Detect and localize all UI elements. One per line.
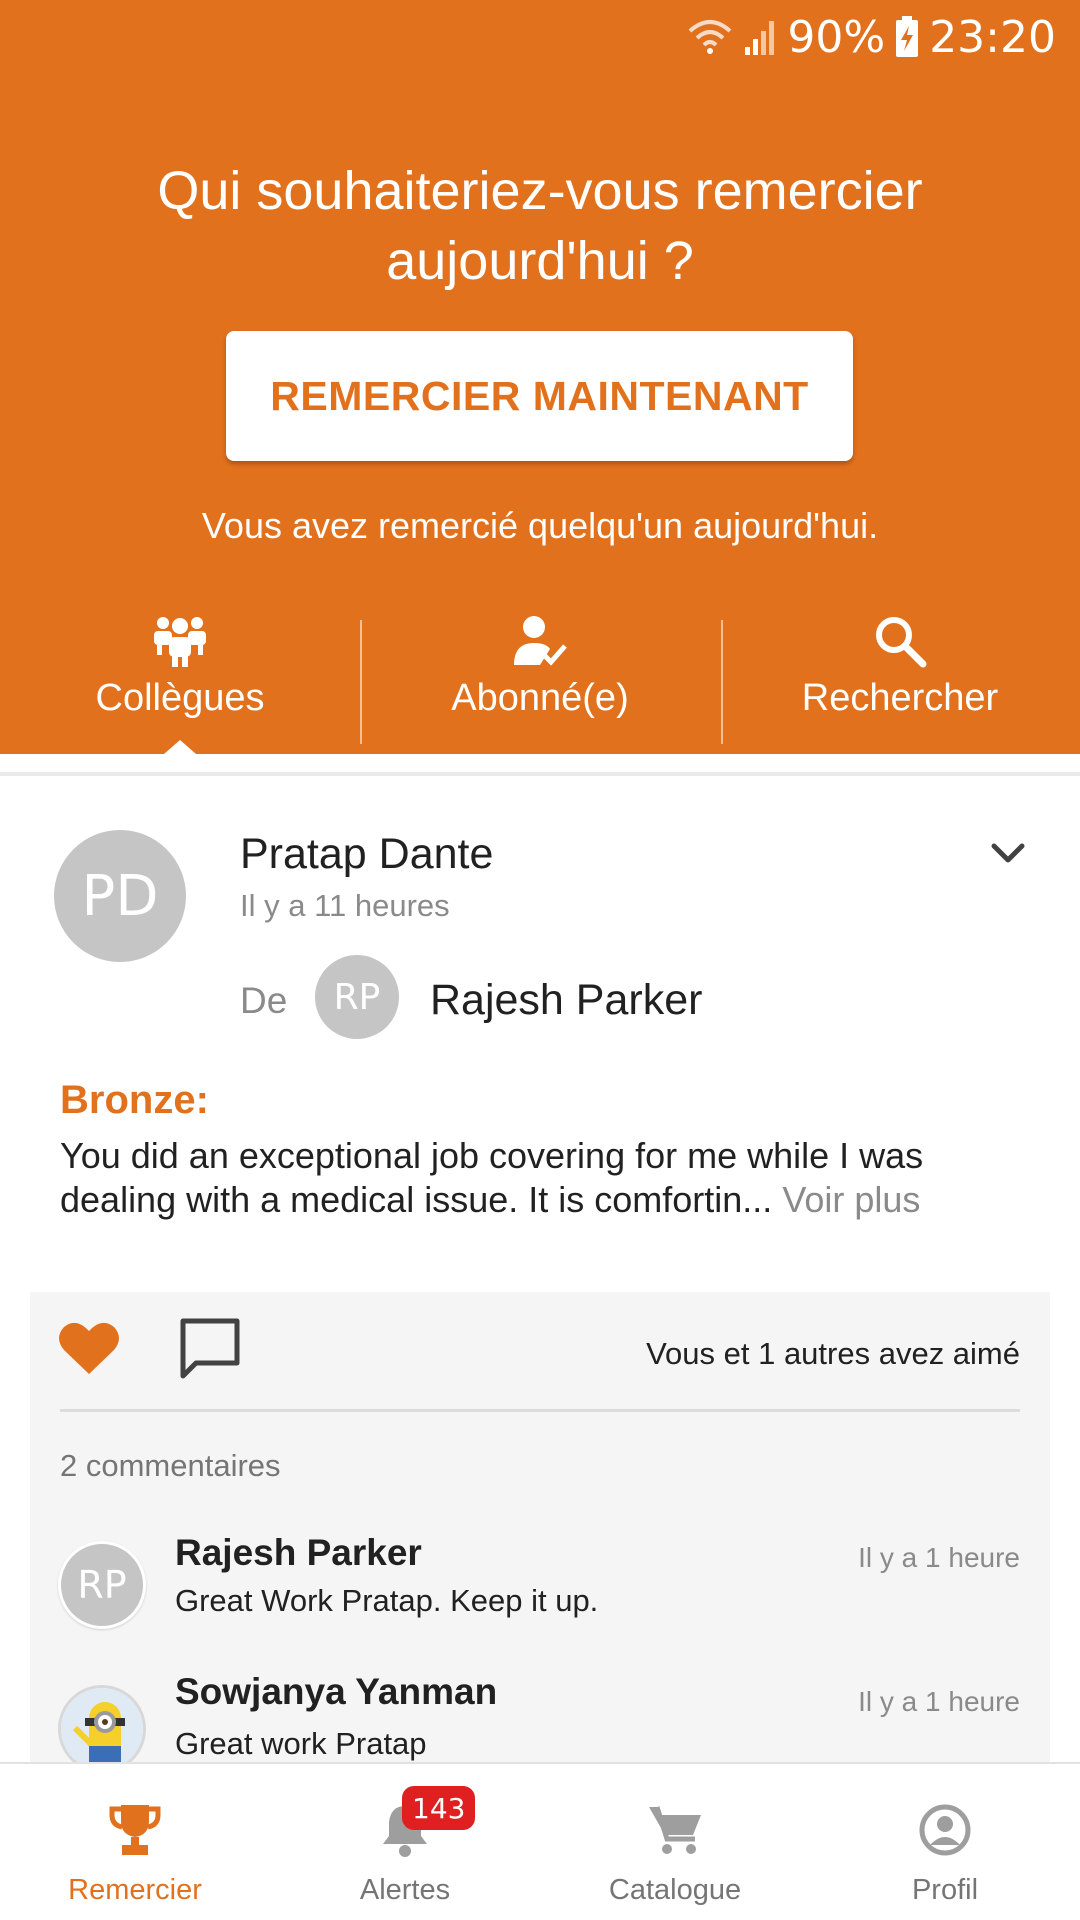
nav-label: Remercier: [68, 1874, 202, 1906]
battery-charging-icon: [895, 16, 919, 58]
thank-now-button[interactable]: REMERCIER MAINTENANT: [226, 331, 853, 461]
comment-avatar-photo[interactable]: [58, 1685, 146, 1773]
clock: 23:20: [929, 11, 1056, 63]
nav-label: Catalogue: [608, 1874, 742, 1906]
card-divider: [60, 1409, 1020, 1412]
battery-level: 90%: [787, 11, 886, 63]
comment-time: Il y a 1 heure: [858, 1542, 1020, 1573]
cart-icon: [647, 1800, 703, 1860]
page-title: Qui souhaiteriez-vous remercier aujourd'…: [157, 161, 923, 291]
profile-icon: [918, 1800, 972, 1860]
likes-summary[interactable]: Vous et 1 autres avez aimé: [646, 1336, 1020, 1372]
search-icon: [873, 611, 927, 671]
sender-avatar[interactable]: RP: [315, 955, 399, 1039]
tab-colleagues[interactable]: Collègues: [0, 605, 360, 754]
signal-icon: [743, 17, 777, 57]
recognition-message: You did an exceptional job covering for …: [60, 1134, 1020, 1222]
award-level: Bronze:: [60, 1078, 209, 1122]
header-shadow-divider: [0, 772, 1080, 776]
comment-text: Great work Pratap: [175, 1726, 427, 1761]
nav-label: Alertes: [359, 1874, 451, 1906]
thanked-status-text: Vous avez remercié quelqu'un aujourd'hui…: [201, 505, 879, 546]
nav-thank[interactable]: Remercier: [0, 1764, 270, 1920]
from-label: De: [240, 980, 288, 1021]
tab-following[interactable]: Abonné(e): [360, 605, 720, 754]
status-bar: 90% 23:20: [687, 11, 1056, 63]
bottom-navigation: Remercier Alertes Catalogue Profil 143: [0, 1762, 1080, 1920]
post-timestamp: Il y a 11 heures: [240, 888, 450, 923]
see-more-link[interactable]: Voir plus: [782, 1179, 920, 1220]
comment-avatar[interactable]: RP: [58, 1541, 146, 1629]
header-panel: 90% 23:20 Qui souhaiteriez-vous remercie…: [0, 0, 1080, 754]
nav-label: Profil: [911, 1874, 979, 1906]
comment-author[interactable]: Rajesh Parker: [175, 1532, 422, 1574]
wifi-icon: [687, 17, 733, 57]
tab-label: Collègues: [95, 677, 265, 719]
nav-profile[interactable]: Profil: [810, 1764, 1080, 1920]
alerts-count-badge: 143: [402, 1786, 476, 1830]
nav-catalogue[interactable]: Catalogue: [540, 1764, 810, 1920]
comment-text: Great Work Pratap. Keep it up.: [175, 1583, 599, 1618]
tab-label: Rechercher: [801, 677, 999, 719]
colleagues-icon: [151, 611, 209, 671]
recipient-avatar[interactable]: PD: [54, 830, 186, 962]
tab-label: Abonné(e): [451, 677, 629, 719]
tab-bar: Collègues Abonné(e) Rechercher: [0, 605, 1080, 754]
heart-icon[interactable]: [58, 1320, 120, 1376]
sender-name[interactable]: Rajesh Parker: [430, 976, 702, 1025]
comment-author[interactable]: Sowjanya Yanman: [175, 1671, 497, 1713]
trophy-icon: [109, 1800, 161, 1860]
chevron-down-icon[interactable]: [988, 838, 1028, 868]
comment-icon[interactable]: [178, 1316, 242, 1382]
recipient-name[interactable]: Pratap Dante: [240, 830, 493, 879]
comment-time: Il y a 1 heure: [858, 1686, 1020, 1717]
follow-user-icon: [512, 611, 568, 671]
tab-search[interactable]: Rechercher: [720, 605, 1080, 754]
selected-tab-indicator: [164, 740, 196, 754]
nav-alerts[interactable]: Alertes: [270, 1764, 540, 1920]
comments-count: 2 commentaires: [60, 1448, 281, 1483]
